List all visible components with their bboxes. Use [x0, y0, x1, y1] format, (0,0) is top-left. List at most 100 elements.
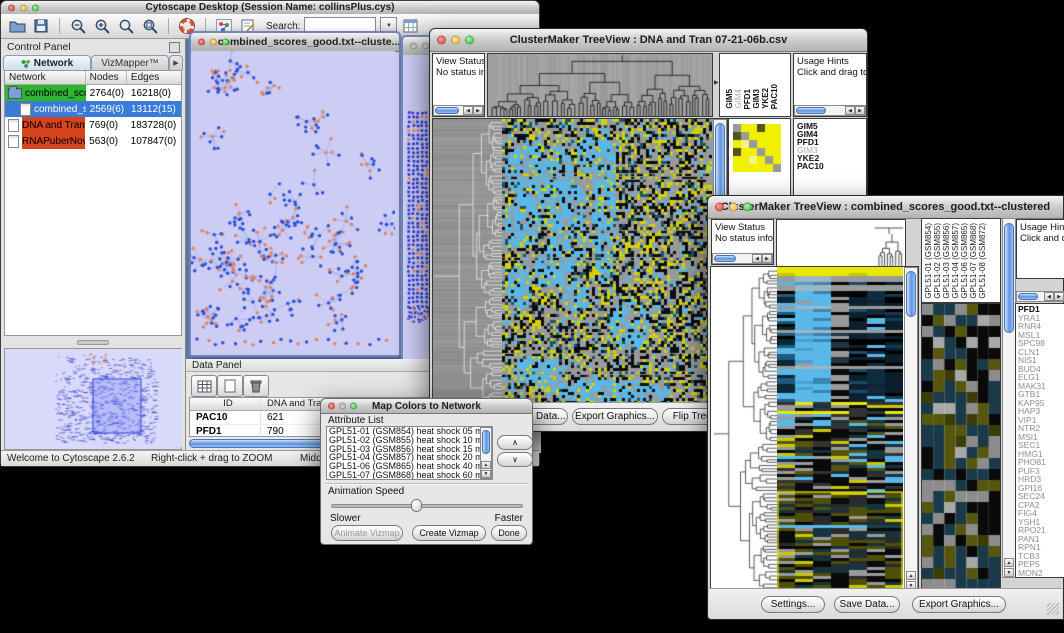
col-id[interactable]: ID	[190, 398, 260, 410]
dialog-title-bar[interactable]: Map Colors to Network	[321, 399, 532, 414]
export-graphics-button[interactable]: Export Graphics...	[572, 408, 658, 425]
delete-attribute-icon[interactable]	[243, 375, 269, 397]
column-label[interactable]: GIM5	[726, 89, 734, 109]
zoom-out-icon[interactable]	[68, 17, 88, 36]
row-dendrogram-canvas[interactable]	[433, 119, 502, 404]
zoom-matrix-canvas[interactable]	[733, 124, 781, 172]
column-label[interactable]: PAC10	[771, 84, 779, 109]
column-label[interactable]: GPL51-07 (GSM868)	[970, 223, 978, 299]
gene-list-scrollbar[interactable]: ▲▼	[1002, 218, 1016, 578]
close-button[interactable]	[8, 4, 15, 11]
zoom-button[interactable]	[32, 4, 39, 11]
minimize-button[interactable]	[422, 43, 429, 50]
gene-label[interactable]: MON2	[1018, 569, 1064, 578]
create-vizmap-button[interactable]: Create Vizmap	[412, 525, 486, 541]
zoom-button[interactable]	[222, 39, 229, 46]
col-nodes[interactable]: Nodes	[86, 71, 127, 84]
settings-button[interactable]: Settings...	[761, 596, 825, 613]
tab-overflow-arrow[interactable]: ▶	[169, 55, 183, 70]
minimize-button[interactable]	[339, 403, 346, 410]
zoom-button[interactable]	[350, 403, 357, 410]
tab-vizmapper[interactable]: VizMapper™	[91, 55, 169, 70]
column-label[interactable]: GPL51-03 (GSM856)	[943, 223, 951, 299]
column-label[interactable]: GPL51-04 (GSM857)	[952, 223, 960, 299]
toolbar-separator	[168, 18, 169, 34]
table-row[interactable]: DNA and Tran 07 769(0) 183728(0)	[5, 117, 181, 133]
close-button[interactable]	[198, 39, 205, 46]
attribute-listbox[interactable]: GPL51-01 (GSM854) heat shock 05 minGPL51…	[326, 426, 493, 480]
gene-labels: GIM5GIM4PFD1GIM3YKE2PAC10	[797, 122, 866, 170]
done-button[interactable]: Done	[491, 525, 527, 541]
column-label[interactable]: GIM3	[753, 89, 761, 109]
column-label[interactable]: GIM4	[735, 89, 743, 109]
network-graph-canvas[interactable]	[191, 51, 395, 351]
attribute-item[interactable]: GPL51-07 (GSM868) heat shock 60 min	[327, 471, 492, 480]
minimize-button[interactable]	[20, 4, 27, 11]
usage-hints-scrollbar[interactable]: ◀▶	[1016, 291, 1064, 302]
column-dendrogram-canvas[interactable]	[488, 54, 712, 116]
zoom-in-icon[interactable]	[92, 17, 112, 36]
zoom-button[interactable]	[743, 203, 752, 212]
close-button[interactable]	[437, 36, 446, 45]
attribute-select-icon[interactable]	[191, 375, 217, 397]
view-status-scrollbar[interactable]: ◀▶	[712, 253, 773, 264]
close-button[interactable]	[715, 203, 724, 212]
animate-vizmap-button[interactable]: Animate Vizmap	[331, 525, 403, 541]
float-panel-icon[interactable]	[169, 42, 180, 53]
save-data-button[interactable]: Save Data...	[834, 596, 900, 613]
open-file-icon[interactable]	[7, 17, 27, 36]
list-scrollbar[interactable]: ▲ ▼	[480, 427, 492, 479]
save-icon[interactable]	[31, 17, 51, 36]
minimize-button[interactable]	[210, 39, 217, 46]
column-label[interactable]: PFD1	[744, 89, 752, 109]
new-attribute-icon[interactable]	[217, 375, 243, 397]
tab-network[interactable]: Network	[3, 55, 91, 70]
heatmap-main-panel[interactable]: ▲▼	[432, 118, 728, 405]
gene-label[interactable]: PAC10	[797, 162, 866, 170]
close-button[interactable]	[410, 43, 417, 50]
close-button[interactable]	[328, 403, 335, 410]
column-dendrogram-canvas[interactable]	[777, 220, 905, 266]
column-label[interactable]: GPL51-06 (GSM865)	[961, 223, 969, 299]
panel-divider-arrow[interactable]: ▶	[714, 79, 719, 86]
column-dendrogram-panel[interactable]	[776, 219, 906, 267]
view-status-scrollbar[interactable]: ◀▶	[433, 105, 484, 116]
zoom-button[interactable]	[465, 36, 474, 45]
import-table-icon[interactable]	[401, 17, 421, 36]
column-label[interactable]: GPL51-08 (GSM872)	[979, 223, 987, 299]
animation-speed-slider-thumb[interactable]	[411, 499, 422, 512]
zoom-heatmap-canvas[interactable]	[922, 304, 1000, 591]
table-row[interactable]: combined_scores 2764(0) 16218(0)	[5, 85, 181, 101]
panel-splitter[interactable]	[4, 338, 182, 347]
zoom-heatmap-panel[interactable]	[921, 303, 1001, 592]
heatmap-canvas[interactable]	[777, 267, 903, 591]
heatmap-canvas[interactable]	[502, 119, 712, 404]
main-title-bar[interactable]: Cytoscape Desktop (Session Name: collins…	[1, 1, 539, 15]
move-down-button[interactable]: ∨	[497, 452, 533, 467]
treeview2-title-bar[interactable]: ClusterMaker TreeView : combined_scores_…	[708, 196, 1063, 219]
birdseye-view[interactable]	[4, 348, 182, 450]
heatmap-main-panel[interactable]: ▲▼	[710, 266, 919, 592]
row-dendrogram-canvas[interactable]	[711, 267, 777, 591]
table-row[interactable]: RNAPuberNov2+I 563(0) 107847(0)	[5, 133, 181, 149]
heatmap-vertical-scrollbar[interactable]: ▲▼	[904, 267, 918, 591]
move-up-button[interactable]: ∧	[497, 435, 533, 450]
col-edges[interactable]: Edges	[127, 71, 181, 84]
usage-hints-scrollbar[interactable]: ◀▶	[794, 105, 866, 116]
minimize-button[interactable]	[451, 36, 460, 45]
birdseye-canvas[interactable]	[5, 349, 182, 447]
export-graphics-button[interactable]: Export Graphics...	[912, 596, 1006, 613]
network-view-title-bar[interactable]: combined_scores_good.txt--cluste...	[191, 33, 399, 52]
zoom-fit-icon[interactable]	[116, 17, 136, 36]
table-row-selected[interactable]: combined_sco 2569(6) 13112(15)	[5, 101, 181, 117]
col-network[interactable]: Network	[5, 71, 86, 84]
resize-grip[interactable]	[1047, 603, 1059, 615]
column-label[interactable]: YKE2	[762, 88, 770, 109]
animation-speed-slider-track[interactable]	[331, 504, 523, 508]
column-dendrogram-panel[interactable]	[487, 53, 713, 117]
minimize-button[interactable]	[729, 203, 738, 212]
zoom-selected-icon[interactable]	[140, 17, 160, 36]
column-label[interactable]: GPL51-02 (GSM855)	[934, 223, 942, 299]
treeview1-title-bar[interactable]: ClusterMaker TreeView : DNA and Tran 07-…	[430, 29, 867, 52]
column-label[interactable]: GPL51-01 (GSM854)	[925, 223, 933, 299]
